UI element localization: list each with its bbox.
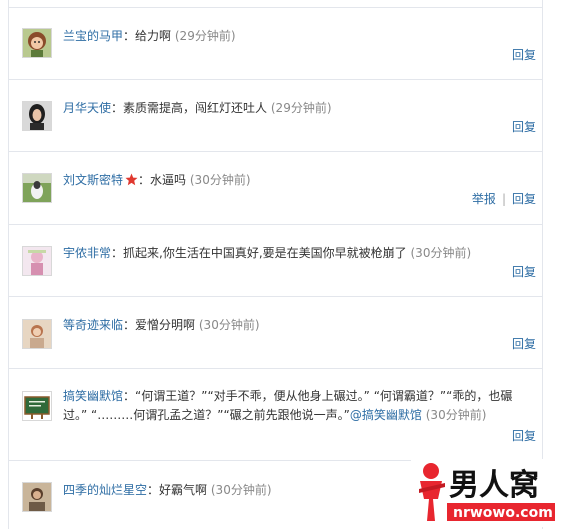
chalkboard-avatar[interactable] [22,391,52,421]
comment-text: 抓起来,你生活在中国真好,要是在美国你早就被枪崩了 [123,246,407,260]
comment-user-link[interactable]: 四季的灿烂星空 [63,483,147,497]
comment-item: 等奇迹来临：爱憎分明啊 (30分钟前) 回复 [9,296,542,369]
comment-item: 兰宝的马甲：给力啊 (29分钟前) 回复 [9,7,542,80]
comment-user-link[interactable]: 刘文斯密特 [63,173,123,187]
comment-text: 好霸气啊 [159,483,208,497]
person-photo-avatar[interactable] [22,482,52,512]
reply-button[interactable]: 回复 [512,429,536,443]
comment-user-link[interactable]: 宇侬非常 [63,246,111,260]
woman-photo-avatar[interactable] [22,101,52,131]
report-button[interactable]: 举报 [472,192,496,206]
watermark-brand-text: 男人窝 [449,468,539,503]
cartoon-girl-avatar[interactable] [22,28,52,58]
comment-text: 素质需提高，闯红灯还吐人 [123,101,268,115]
action-divider: | [501,192,506,206]
mention-link[interactable]: @搞笑幽默馆 [350,408,422,422]
comment-feed: 兰宝的马甲：给力啊 (29分钟前) 回复 月华天使：素质需提高，闯红灯还吐人 (… [8,0,543,529]
comment-text: 给力啊 [135,29,172,43]
red-star-badge-icon [125,173,138,192]
comment-time: (29分钟前) [174,29,236,43]
watermark-url-text: nrwowo.com [453,505,553,521]
comment-time: (30分钟前) [425,408,487,422]
reply-button[interactable]: 回复 [512,48,536,62]
reply-button[interactable]: 回复 [512,265,536,279]
reply-button[interactable]: 回复 [512,192,536,206]
dog-on-grass-avatar[interactable] [22,173,52,203]
pink-figure-avatar[interactable] [22,246,52,276]
comment-user-link[interactable]: 兰宝的马甲 [63,29,123,43]
girl-photo-avatar[interactable] [22,319,52,349]
comment-item: 宇侬非常：抓起来,你生活在中国真好,要是在美国你早就被枪崩了 (30分钟前) 回… [9,224,542,297]
comment-text: 水逼吗 [150,173,187,187]
comment-item: 月华天使：素质需提高，闯红灯还吐人 (29分钟前) 回复 [9,79,542,152]
comment-time: (30分钟前) [189,173,251,187]
comment-user-link[interactable]: 搞笑幽默馆 [63,389,123,403]
comment-text: 爱憎分明啊 [135,318,196,332]
comment-time: (29分钟前) [270,101,332,115]
reply-button[interactable]: 回复 [512,120,536,134]
comment-item: 搞笑幽默馆：“何谓王道？”“对手不乖，便从他身上碾过。” “何谓霸道？”“乖的，… [9,368,542,461]
comment-user-link[interactable]: 等奇迹来临 [63,318,123,332]
comment-time: (30分钟前) [410,246,472,260]
comment-time: (30分钟前) [198,318,260,332]
watermark-logo: 男人窝 nrwowo.com [411,459,559,527]
reply-button[interactable]: 回复 [512,337,536,351]
comment-time: (30分钟前) [210,483,272,497]
comment-user-link[interactable]: 月华天使 [63,101,111,115]
comment-item: 刘文斯密特 ：水逼吗 (30分钟前) 举报 | 回复 [9,151,542,225]
